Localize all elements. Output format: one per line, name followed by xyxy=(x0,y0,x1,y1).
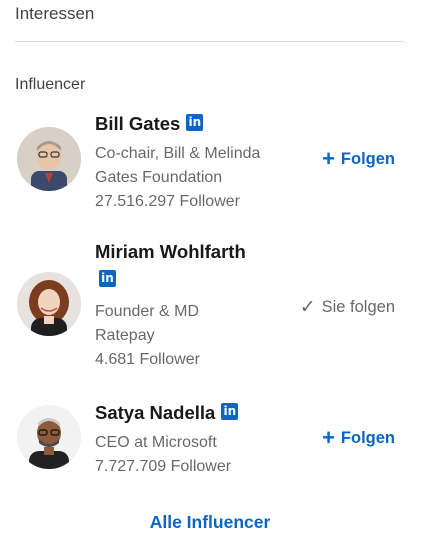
following-label: Sie folgen xyxy=(321,298,395,316)
influencer-description: CEO at Microsoft xyxy=(95,434,217,451)
check-icon: ✓ xyxy=(299,297,316,318)
follower-count: 7.727.709 Follower xyxy=(95,458,232,475)
follower-count: 27.516.297 Follower xyxy=(95,193,240,210)
follower-count: 4.681 Follower xyxy=(95,351,200,368)
follow-button-label: Folgen xyxy=(340,429,395,447)
plus-icon: + xyxy=(322,145,335,171)
section-title: Interessen xyxy=(15,4,95,23)
influencer-description: Co-chair, Bill & Melinda xyxy=(95,145,261,162)
avatar[interactable] xyxy=(17,127,81,191)
following-status[interactable]: ✓ Sie folgen xyxy=(300,296,395,319)
influencer-name[interactable]: Bill Gates xyxy=(95,113,180,134)
follow-button[interactable]: + Folgen xyxy=(322,424,395,450)
section-divider xyxy=(15,41,404,42)
follow-button-label: Folgen xyxy=(340,150,395,168)
influencer-name[interactable]: Satya Nadella xyxy=(95,402,215,423)
follow-button[interactable]: + Folgen xyxy=(322,145,395,171)
influencer-description: Founder & MD xyxy=(95,303,200,320)
all-influencers-link[interactable]: Alle Influencer xyxy=(0,512,420,533)
avatar[interactable] xyxy=(17,405,81,469)
plus-icon: + xyxy=(322,424,335,450)
influencer-item: Satya Nadella in CEO at Microsoft 7.727.7… xyxy=(15,401,405,481)
influencer-item: Bill Gates in Co-chair, Bill & Melinda Ga… xyxy=(15,112,405,212)
influencer-description: Ratepay xyxy=(95,327,155,344)
avatar[interactable] xyxy=(17,272,81,336)
linkedin-icon: in xyxy=(99,270,116,287)
influencer-item: Miriam Wohlfarth in Founder & MD Ratepay… xyxy=(15,240,405,380)
subsection-title: Influencer xyxy=(15,76,86,93)
linkedin-icon: in xyxy=(221,403,239,420)
influencer-description: Gates Foundation xyxy=(95,169,223,186)
linkedin-icon: in xyxy=(186,114,204,131)
influencer-name[interactable]: Miriam Wohlfarth xyxy=(95,241,246,262)
